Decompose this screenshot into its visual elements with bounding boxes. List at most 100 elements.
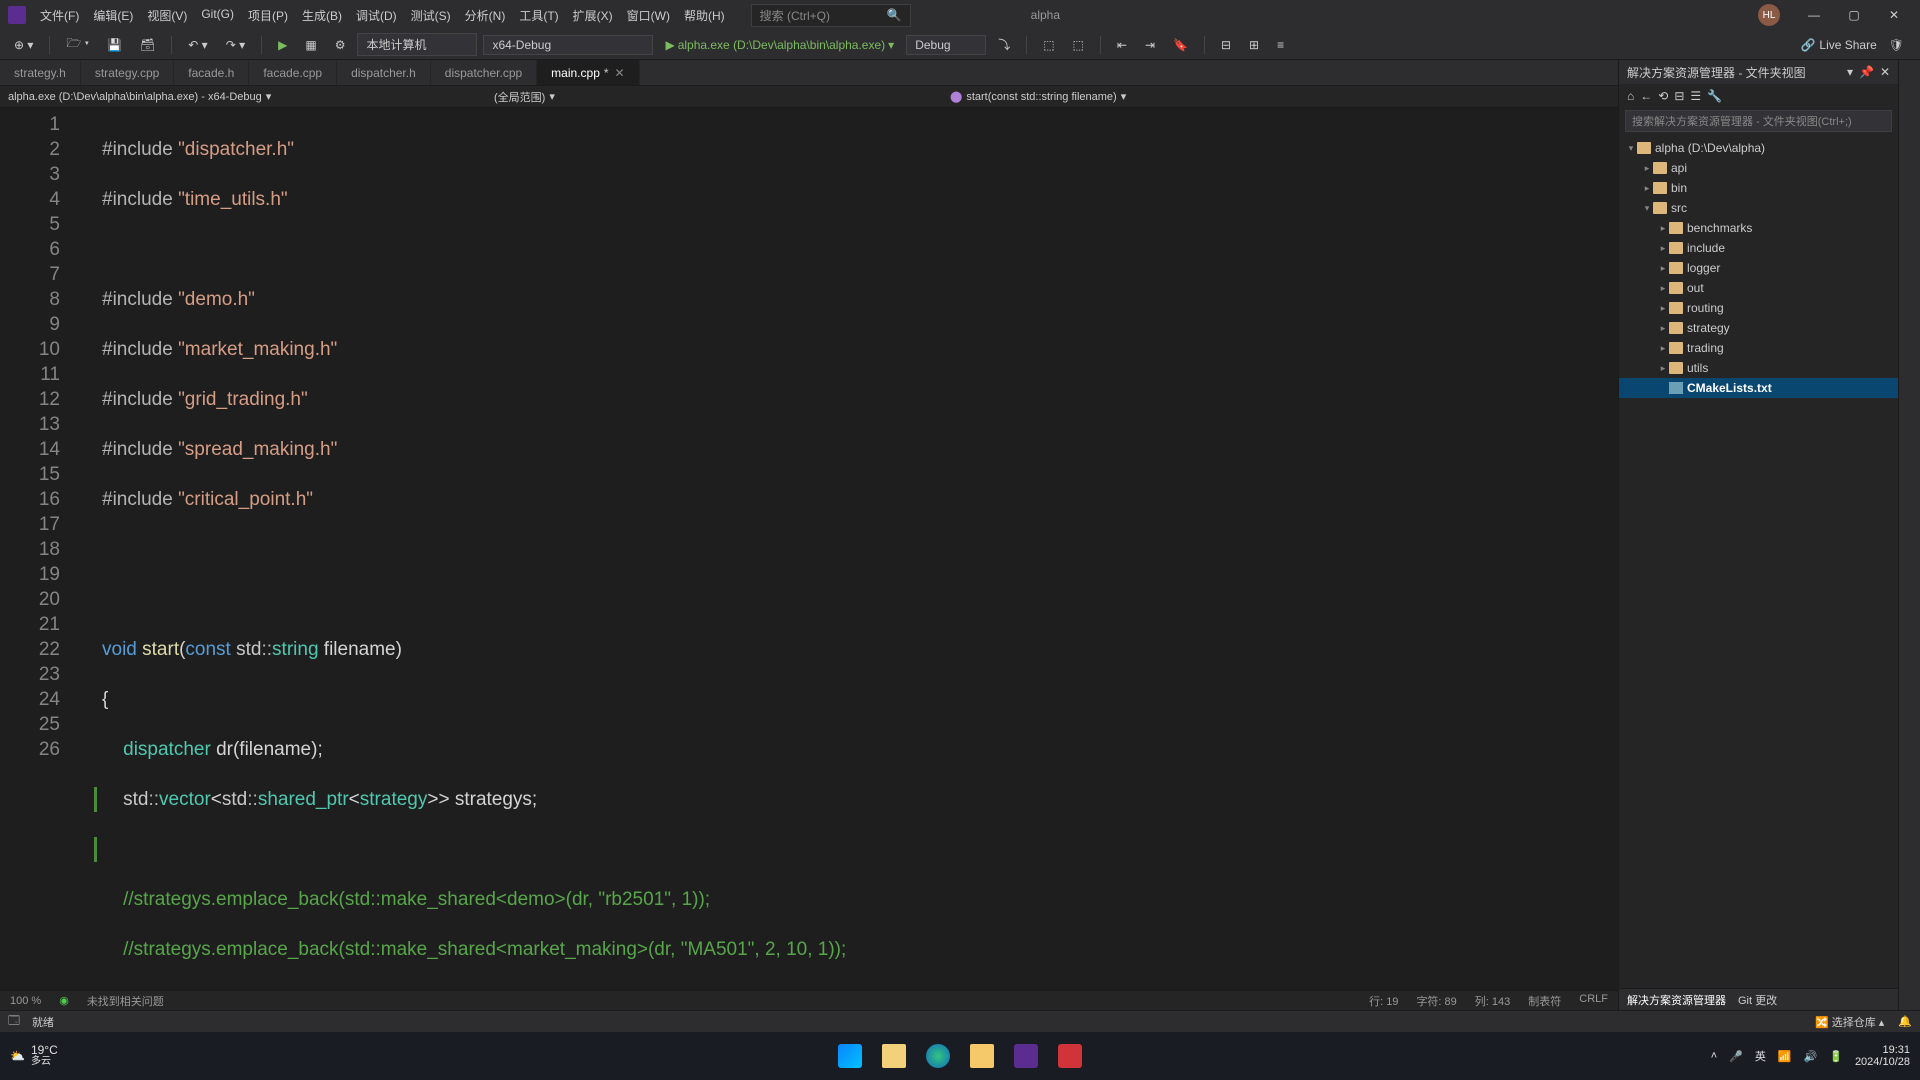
bookmark-icon[interactable]: 🔖: [1167, 36, 1194, 54]
code-editor[interactable]: 123 456 789 101112 131415 161718 192021 …: [0, 108, 1618, 990]
collapse-icon[interactable]: ⊟: [1674, 89, 1684, 103]
menu-view[interactable]: 视图(V): [141, 3, 193, 28]
start-button[interactable]: [830, 1036, 870, 1076]
maximize-button[interactable]: ▢: [1836, 3, 1872, 27]
volume-icon[interactable]: 🔊: [1804, 1050, 1818, 1063]
show-all-icon[interactable]: ☰: [1690, 89, 1701, 103]
minimize-button[interactable]: ―: [1796, 3, 1832, 27]
tray-chevron-icon[interactable]: ˄: [1711, 1050, 1717, 1062]
tab-main-cpp[interactable]: main.cpp*✕: [537, 60, 639, 85]
menu-project[interactable]: 项目(P): [242, 3, 294, 28]
ime-indicator[interactable]: 英: [1755, 1048, 1766, 1064]
tab-dispatcher-h[interactable]: dispatcher.h: [337, 60, 431, 85]
menu-window[interactable]: 窗口(W): [621, 3, 676, 28]
repo-select[interactable]: 🔀 选择仓库 ▴: [1815, 1014, 1884, 1030]
menu-file[interactable]: 文件(F): [34, 3, 85, 28]
weather-widget[interactable]: ⛅ 19°C 多云: [10, 1044, 58, 1068]
tree-folder-benchmarks[interactable]: ▸benchmarks: [1619, 218, 1898, 238]
indent-left-icon[interactable]: ⇤: [1111, 36, 1133, 54]
start-debug-button[interactable]: ▶ alpha.exe (D:\Dev\alpha\bin\alpha.exe)…: [659, 36, 900, 54]
tool-icon-1[interactable]: ⬚: [1037, 36, 1060, 54]
output-icon[interactable]: 🗔: [8, 1012, 20, 1031]
edge-icon[interactable]: [918, 1036, 958, 1076]
indent-mode[interactable]: 制表符: [1528, 993, 1561, 1009]
nav-back-icon[interactable]: ⊕ ▾: [8, 36, 39, 54]
tree-folder-logger[interactable]: ▸logger: [1619, 258, 1898, 278]
symbol-crumb[interactable]: start(const std::string filename): [966, 91, 1116, 103]
tree-folder-routing[interactable]: ▸routing: [1619, 298, 1898, 318]
menu-debug[interactable]: 调试(D): [350, 3, 403, 28]
undo-icon[interactable]: ↶ ▾: [182, 36, 213, 54]
back-icon[interactable]: ←: [1640, 89, 1652, 103]
home-icon[interactable]: ⌂: [1627, 89, 1634, 103]
tree-root[interactable]: ▾alpha (D:\Dev\alpha): [1619, 138, 1898, 158]
battery-icon[interactable]: 🔋: [1829, 1050, 1843, 1063]
tree-folder-api[interactable]: ▸api: [1619, 158, 1898, 178]
list-icon[interactable]: ≡: [1271, 36, 1290, 54]
settings-icon[interactable]: ⚙: [329, 36, 352, 54]
tab-facade-cpp[interactable]: facade.cpp: [249, 60, 337, 85]
visual-studio-icon[interactable]: [1006, 1036, 1046, 1076]
uncomment-icon[interactable]: ⊞: [1243, 36, 1265, 54]
tree-folder-src[interactable]: ▾src: [1619, 198, 1898, 218]
user-avatar[interactable]: HL: [1758, 4, 1780, 26]
solution-tab[interactable]: 解决方案资源管理器: [1627, 992, 1726, 1008]
close-panel-icon[interactable]: ✕: [1880, 65, 1890, 79]
properties-icon[interactable]: 🔧: [1707, 89, 1722, 103]
tool-icon-2[interactable]: ⬚: [1067, 36, 1090, 54]
explorer-icon[interactable]: [874, 1036, 914, 1076]
tab-dispatcher-cpp[interactable]: dispatcher.cpp: [431, 60, 537, 85]
tab-facade-h[interactable]: facade.h: [174, 60, 249, 85]
config-select[interactable]: x64-Debug: [483, 35, 653, 55]
build-icon[interactable]: ▦: [299, 36, 322, 54]
tree-folder-trading[interactable]: ▸trading: [1619, 338, 1898, 358]
target-machine-select[interactable]: 本地计算机: [357, 33, 477, 56]
save-all-icon[interactable]: 🗃: [134, 36, 161, 54]
step-icon[interactable]: ⤵: [992, 34, 1016, 55]
tree-folder-bin[interactable]: ▸bin: [1619, 178, 1898, 198]
clock[interactable]: 19:31 2024/10/28: [1855, 1044, 1910, 1068]
sync-icon[interactable]: ⟲: [1658, 89, 1668, 103]
right-tool-tabs[interactable]: [1898, 60, 1920, 1010]
tab-strategy-h[interactable]: strategy.h: [0, 60, 81, 85]
close-button[interactable]: ✕: [1876, 3, 1912, 27]
debug-mode-select[interactable]: Debug: [906, 35, 986, 55]
zoom-level[interactable]: 100 %: [10, 995, 41, 1007]
tree-folder-out[interactable]: ▸out: [1619, 278, 1898, 298]
menu-tools[interactable]: 工具(T): [513, 3, 564, 28]
issues-label[interactable]: 未找到相关问题: [87, 993, 164, 1009]
open-icon[interactable]: 🗁 ▾: [60, 32, 95, 57]
tree-folder-strategy[interactable]: ▸strategy: [1619, 318, 1898, 338]
scope-crumb[interactable]: (全局范围): [494, 89, 545, 105]
comment-icon[interactable]: ⊟: [1215, 36, 1237, 54]
live-share-button[interactable]: 🔗 Live Share 🛡: [1792, 36, 1912, 54]
tree-file-cmakelists[interactable]: CMakeLists.txt: [1619, 378, 1898, 398]
wifi-icon[interactable]: 📶: [1778, 1050, 1792, 1063]
git-changes-tab[interactable]: Git 更改: [1738, 992, 1777, 1008]
global-search[interactable]: 搜索 (Ctrl+Q) 🔍: [751, 4, 911, 27]
file-explorer-icon[interactable]: [962, 1036, 1002, 1076]
tree-folder-utils[interactable]: ▸utils: [1619, 358, 1898, 378]
line-ending[interactable]: CRLF: [1579, 993, 1608, 1009]
menu-edit[interactable]: 编辑(E): [87, 3, 139, 28]
microphone-icon[interactable]: 🎤: [1729, 1050, 1743, 1063]
tab-strategy-cpp[interactable]: strategy.cpp: [81, 60, 174, 85]
save-icon[interactable]: 💾: [101, 36, 128, 54]
tree-folder-include[interactable]: ▸include: [1619, 238, 1898, 258]
menu-help[interactable]: 帮助(H): [678, 3, 731, 28]
dropdown-icon[interactable]: ▾: [1847, 65, 1853, 79]
menu-analyze[interactable]: 分析(N): [459, 3, 512, 28]
close-tab-icon[interactable]: ✕: [615, 66, 625, 80]
menu-git[interactable]: Git(G): [195, 3, 240, 28]
project-crumb[interactable]: alpha.exe (D:\Dev\alpha\bin\alpha.exe) -…: [8, 91, 262, 103]
redo-icon[interactable]: ↷ ▾: [220, 36, 251, 54]
menu-extensions[interactable]: 扩展(X): [567, 3, 619, 28]
todo-icon[interactable]: [1050, 1036, 1090, 1076]
notifications-icon[interactable]: 🔔: [1898, 1015, 1912, 1028]
solution-search[interactable]: 搜索解决方案资源管理器 - 文件夹视图(Ctrl+;): [1625, 110, 1892, 132]
indent-right-icon[interactable]: ⇥: [1139, 36, 1161, 54]
menu-test[interactable]: 测试(S): [405, 3, 457, 28]
pin-icon[interactable]: 📌: [1859, 65, 1874, 79]
start-no-debug-icon[interactable]: ▶: [272, 36, 293, 54]
menu-build[interactable]: 生成(B): [296, 3, 348, 28]
